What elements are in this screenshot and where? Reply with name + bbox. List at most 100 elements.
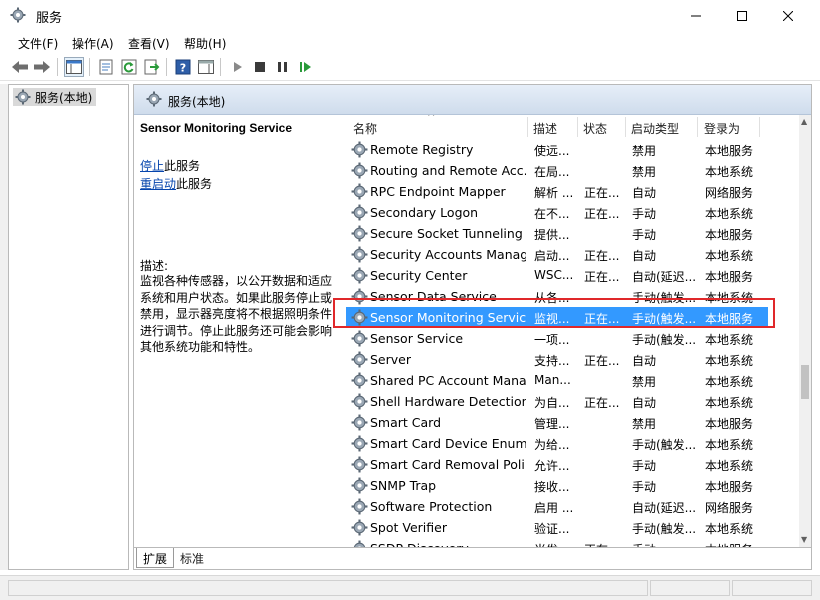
show-hide-console-tree-button[interactable] (64, 57, 84, 77)
menu-view[interactable]: 查看(V) (128, 35, 170, 52)
service-row[interactable]: Sensor Service 一项... 手动(触发... 本地系统 (343, 328, 799, 349)
column-header-logon-as[interactable]: 登录为 (704, 120, 740, 137)
service-gear-icon (351, 540, 368, 547)
properties-icon (99, 59, 113, 75)
stop-service-button[interactable] (250, 57, 270, 77)
column-header-name[interactable]: 名称 (353, 120, 377, 137)
show-action-pane-button[interactable] (196, 57, 216, 77)
service-row[interactable]: Server 支持... 正在... 自动 本地系统 (343, 349, 799, 370)
service-logon-cell: 本地系统 (705, 165, 754, 179)
svg-text:?: ? (180, 62, 186, 75)
service-gear-icon (351, 183, 368, 200)
service-logon-cell: 本地服务 (705, 480, 754, 494)
service-gear-icon (351, 456, 368, 473)
service-status-cell: 正在... (584, 249, 620, 263)
column-divider[interactable] (759, 117, 760, 137)
service-name-cell: Smart Card Removal Poli... (370, 457, 526, 472)
service-row[interactable]: Shared PC Account Mana... Man... 禁用 本地系统 (343, 370, 799, 391)
forward-button[interactable] (32, 57, 52, 77)
left-edge (0, 84, 8, 570)
list-header: ^ 名称 描述 状态 启动类型 登录为 (343, 115, 799, 139)
column-divider[interactable] (527, 117, 528, 137)
service-logon-cell: 本地系统 (705, 207, 754, 221)
window-title: 服务 (36, 11, 63, 26)
status-segment (732, 580, 812, 596)
scroll-thumb[interactable] (801, 365, 809, 399)
scroll-down-icon[interactable]: ▼ (801, 535, 807, 544)
service-row[interactable]: Shell Hardware Detection 为自... 正在... 自动 本地系统 (343, 391, 799, 412)
help-button[interactable]: ? (173, 57, 193, 77)
service-row[interactable]: Security Center WSC... 正在... 自动(延迟... 本地服务 (343, 265, 799, 286)
service-row[interactable]: Secure Socket Tunneling ... 提供... 手动 本地服务 (343, 223, 799, 244)
back-button[interactable] (10, 57, 30, 77)
service-description-cell: WSC... (534, 268, 574, 282)
service-name-cell: Software Protection (370, 499, 493, 514)
service-row[interactable]: SSDP Discovery当发...正在...手动本地服务 (343, 538, 799, 547)
service-gear-icon (351, 225, 368, 242)
service-description-cell: 启动... (534, 249, 570, 263)
stop-service-link[interactable]: 停止 (140, 159, 164, 173)
column-header-startup-type[interactable]: 启动类型 (631, 120, 679, 137)
service-row[interactable]: Smart Card Removal Poli... 允许... 手动 本地系统 (343, 454, 799, 475)
start-service-button[interactable] (228, 57, 248, 77)
restart-service-button[interactable] (296, 57, 316, 77)
service-row[interactable]: Secondary Logon 在不... 正在... 手动 本地系统 (343, 202, 799, 223)
service-logon-cell: 网络服务 (705, 501, 754, 515)
service-row[interactable]: Remote Registry 使远... 禁用 本地服务 (343, 139, 799, 160)
column-divider[interactable] (577, 117, 578, 137)
service-gear-icon (351, 330, 368, 347)
export-list-button[interactable] (142, 57, 162, 77)
minimize-button[interactable] (673, 0, 719, 31)
service-logon-cell: 本地系统 (705, 354, 754, 368)
service-status-cell: 正在... (584, 270, 620, 284)
description-label: 描述: (140, 259, 169, 273)
console-tree: 服务(本地) (8, 84, 129, 570)
vertical-scrollbar[interactable]: ▲ ▼ (799, 115, 811, 547)
scroll-up-icon[interactable]: ▲ (801, 117, 807, 126)
service-gear-icon (351, 435, 368, 452)
service-status-cell: 正在... (584, 207, 620, 221)
service-row[interactable]: SNMP Trap 接收... 手动 本地服务 (343, 475, 799, 496)
show-pane-icon (198, 60, 214, 74)
service-startup-type-cell: 自动 (632, 354, 657, 368)
tab-standard[interactable]: 标准 (174, 548, 210, 568)
service-row[interactable]: Spot Verifier 验证... 手动(触发... 本地系统 (343, 517, 799, 538)
service-description-cell: 一项... (534, 333, 570, 347)
column-divider[interactable] (697, 117, 698, 137)
menu-action[interactable]: 操作(A) (72, 35, 114, 52)
menu-bar: 文件(F) 操作(A) 查看(V) 帮助(H) (0, 31, 820, 53)
service-row[interactable]: Smart Card Device Enum... 为给... 手动(触发... 本地… (343, 433, 799, 454)
back-arrow-icon (12, 61, 28, 73)
services-gear-icon (10, 7, 26, 23)
tab-extended[interactable]: 扩展 (136, 548, 175, 568)
service-row[interactable]: Software Protection 启用 ... 自动(延迟... 网络服务 (343, 496, 799, 517)
service-startup-type-cell: 手动(触发... (632, 333, 696, 347)
service-row[interactable]: Smart Card 管理... 禁用 本地服务 (343, 412, 799, 433)
service-gear-icon (351, 351, 368, 368)
service-description-cell: 为给... (534, 438, 570, 452)
column-header-description[interactable]: 描述 (533, 120, 557, 137)
service-gear-icon (351, 393, 368, 410)
pause-service-button[interactable] (273, 57, 293, 77)
column-divider[interactable] (625, 117, 626, 137)
maximize-button[interactable] (719, 0, 765, 31)
restart-service-link[interactable]: 重启动 (140, 177, 176, 191)
pause-icon (278, 62, 287, 72)
refresh-button[interactable] (119, 57, 139, 77)
column-header-status[interactable]: 状态 (583, 120, 607, 137)
service-name-cell: Security Center (370, 268, 468, 283)
service-startup-type-cell: 自动 (632, 249, 657, 263)
menu-help[interactable]: 帮助(H) (184, 35, 226, 52)
service-row[interactable]: RPC Endpoint Mapper 解析 ... 正在... 自动 网络服务 (343, 181, 799, 202)
properties-button[interactable] (96, 57, 116, 77)
status-bar (0, 575, 820, 600)
restart-service-suffix: 此服务 (176, 177, 213, 191)
close-button[interactable] (765, 0, 811, 31)
tree-node-label: 服务(本地) (35, 90, 93, 105)
tree-node-services-local[interactable]: 服务(本地) (13, 88, 97, 106)
selected-service-title: Sensor Monitoring Service (140, 121, 293, 135)
menu-file[interactable]: 文件(F) (18, 35, 58, 52)
service-row[interactable]: Routing and Remote Acc... 在局... 禁用 本地系统 (343, 160, 799, 181)
service-description-cell: 验证... (534, 522, 570, 536)
service-row[interactable]: Security Accounts Manag... 启动... 正在... 自动 本地… (343, 244, 799, 265)
